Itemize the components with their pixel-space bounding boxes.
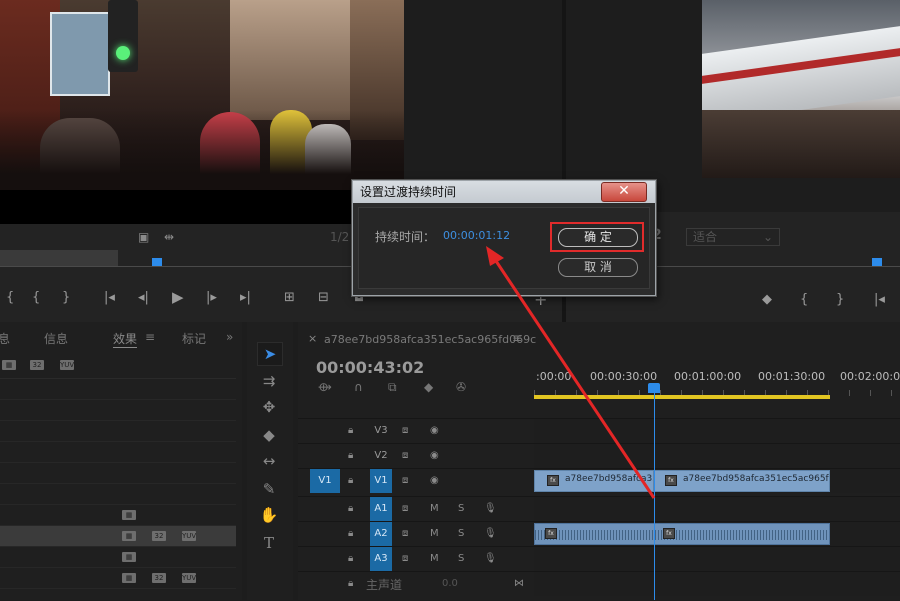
annotation-arrow: [486, 246, 656, 499]
